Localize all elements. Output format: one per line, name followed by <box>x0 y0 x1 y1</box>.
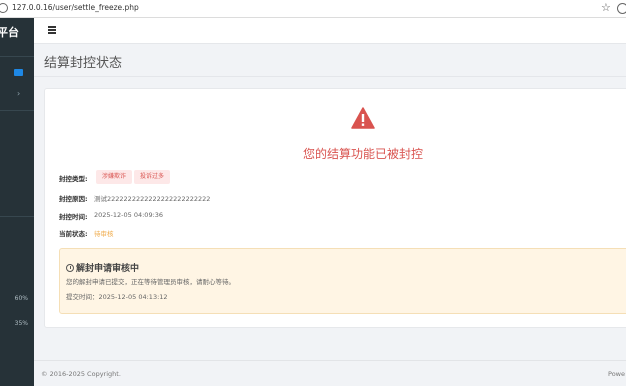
current-state-label: 当前状态: <box>59 230 88 238</box>
sidebar-divider <box>0 110 34 111</box>
chevron-right-icon[interactable]: › <box>17 89 20 98</box>
sidebar: 平台 › 60% 35% <box>0 18 34 386</box>
brand-title: 平台 <box>0 26 19 39</box>
page-title: 结算封控状态 <box>44 56 123 71</box>
warning-triangle-icon <box>351 107 375 129</box>
site-info-icon[interactable] <box>0 3 8 13</box>
sidebar-badge <box>14 69 23 76</box>
current-state-value: 待审核 <box>94 230 114 238</box>
appeal-notice-title: 解封申请审核中 <box>66 261 139 274</box>
appeal-notice-message: 您的解封申请已提交，正在等待管理员审核，请耐心等待。 <box>66 278 235 286</box>
freeze-type-tag: 涉嫌欺诈 <box>96 170 133 184</box>
page-footer: © 2016-2025 Copyright. Powe <box>34 360 626 386</box>
top-header <box>34 18 626 44</box>
footer-powered: Powe <box>608 370 625 378</box>
sidebar-divider <box>0 216 34 217</box>
profile-icon[interactable] <box>617 3 626 14</box>
freeze-type-tag: 投诉过多 <box>134 170 171 184</box>
appeal-notice-title-text: 解封申请审核中 <box>76 264 140 274</box>
browser-address-bar: 127.0.0.16/user/settle_freeze.php ☆ <box>0 0 626 18</box>
menu-toggle-icon[interactable] <box>48 26 56 34</box>
footer-copyright: © 2016-2025 Copyright. <box>41 370 121 378</box>
freeze-time-value: 2025-12-05 04:09:36 <box>94 211 164 219</box>
clock-icon <box>66 264 74 272</box>
appeal-submit-time: 提交时间：2025-12-05 04:13:12 <box>66 293 168 301</box>
freeze-reason-label: 封控原因: <box>59 195 88 203</box>
freeze-headline: 您的结算功能已被封控 <box>303 147 424 161</box>
sidebar-percent-1: 60% <box>14 295 28 302</box>
freeze-time-label: 封控时间: <box>59 213 88 221</box>
bookmark-star-icon[interactable]: ☆ <box>601 1 611 14</box>
sidebar-divider <box>0 56 34 57</box>
title-divider <box>34 76 626 77</box>
address-url[interactable]: 127.0.0.16/user/settle_freeze.php <box>12 3 139 12</box>
sidebar-percent-2: 35% <box>14 320 28 327</box>
freeze-type-label: 封控类型: <box>59 175 88 183</box>
freeze-reason-value: 测试2222222222222222222222222 <box>94 195 211 203</box>
